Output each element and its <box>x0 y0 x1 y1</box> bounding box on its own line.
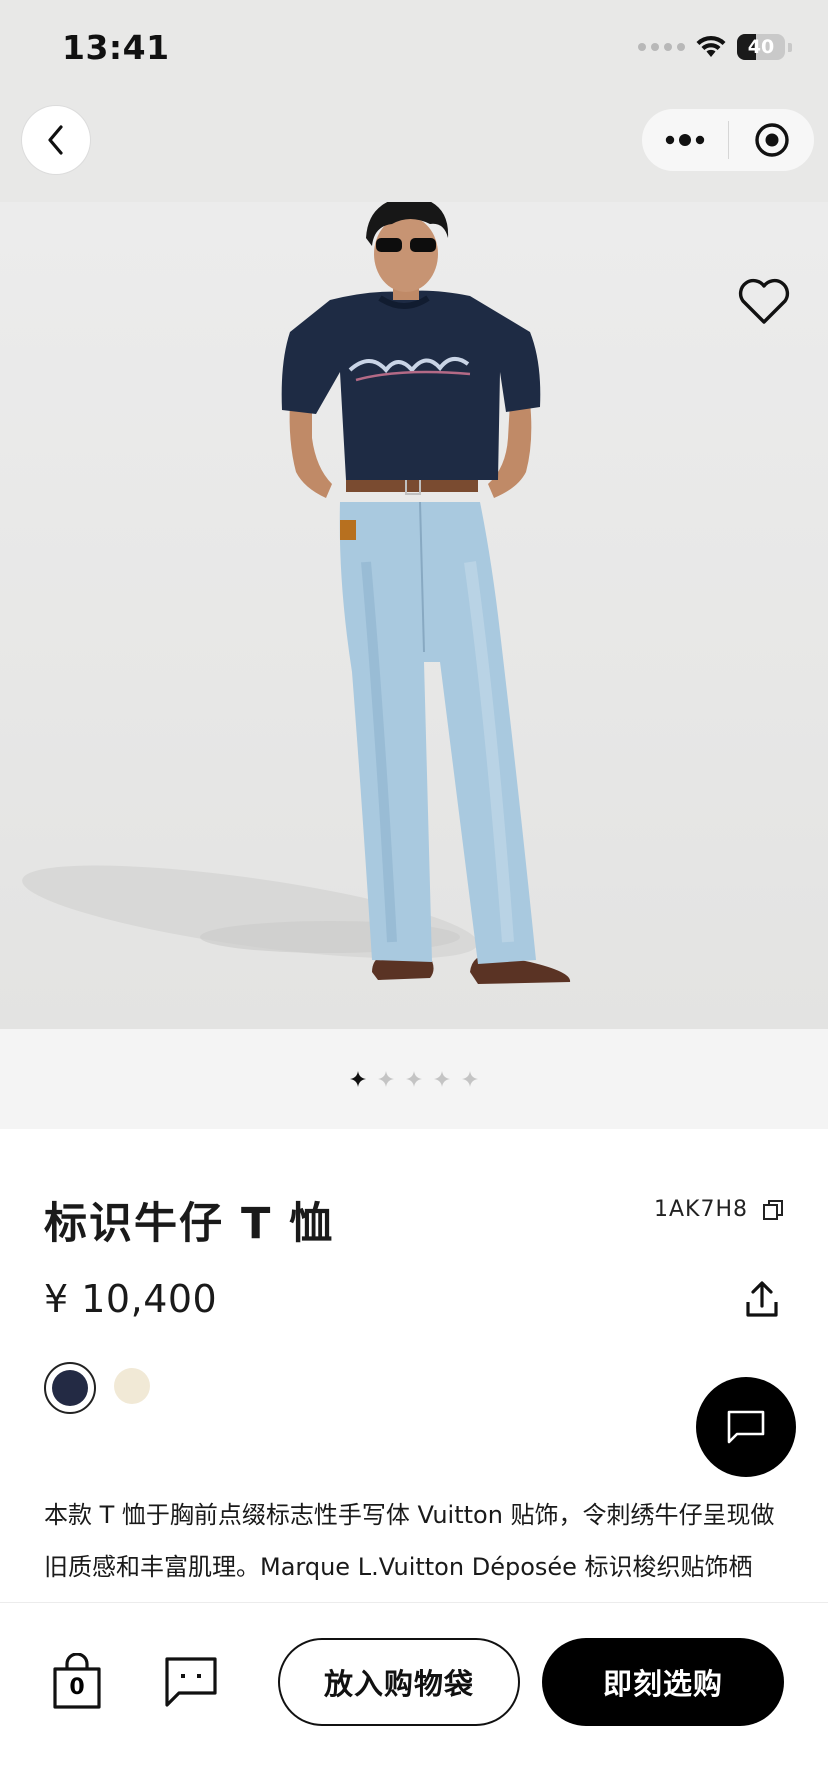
pager-dot-1[interactable] <box>349 1070 367 1088</box>
color-swatch-navy[interactable] <box>44 1362 96 1414</box>
buy-now-button[interactable]: 即刻选购 <box>542 1638 784 1726</box>
pager-dot-3[interactable] <box>405 1070 423 1088</box>
chat-button[interactable] <box>696 1377 796 1477</box>
chat-bubble-icon <box>727 1410 765 1444</box>
bag-count: 0 <box>69 1675 85 1700</box>
heart-icon <box>738 278 790 324</box>
wishlist-button[interactable] <box>736 274 792 330</box>
product-photo <box>22 202 571 984</box>
close-mini-program-button[interactable] <box>729 109 814 171</box>
more-button[interactable] <box>642 109 728 171</box>
carousel-pager <box>0 1029 828 1129</box>
battery-cap <box>788 42 792 52</box>
product-image-carousel[interactable] <box>0 202 828 1029</box>
color-swatch-cream[interactable] <box>114 1368 150 1404</box>
nav-bar <box>0 100 828 202</box>
product-title: 标识牛仔 T 恤 <box>44 1199 335 1249</box>
battery-icon: 40 <box>737 34 785 60</box>
status-indicators: 40 <box>638 34 792 60</box>
share-icon <box>746 1281 778 1317</box>
more-dots-icon <box>665 134 705 146</box>
pager-dot-5[interactable] <box>461 1070 479 1088</box>
share-button[interactable] <box>742 1277 782 1321</box>
bottom-action-bar: 0 放入购物袋 即刻选购 <box>0 1602 828 1792</box>
status-time: 13:41 <box>62 28 170 67</box>
pager-dot-2[interactable] <box>377 1070 395 1088</box>
product-price: ¥ 10,400 <box>44 1277 218 1321</box>
sku-copy-button[interactable]: 1AK7H8 <box>654 1197 784 1222</box>
target-icon <box>754 123 789 157</box>
wifi-icon <box>696 35 726 57</box>
product-sku: 1AK7H8 <box>653 1197 748 1222</box>
chevron-left-icon <box>48 125 63 155</box>
product-description: 本款 T 恤于胸前点缀标志性手写体 Vuitton 贴饰，令刺绣牛仔呈现做旧质感… <box>44 1501 775 1581</box>
signal-icon <box>638 43 685 51</box>
mini-program-capsule <box>642 109 814 171</box>
swatch-navy-fill <box>52 1370 88 1406</box>
shopping-bag-button[interactable]: 0 <box>50 1653 104 1711</box>
status-bar: 13:41 40 <box>0 0 828 100</box>
message-icon <box>165 1657 217 1707</box>
copy-icon <box>763 1199 783 1220</box>
battery-level: 40 <box>747 36 775 58</box>
back-button[interactable] <box>22 106 90 174</box>
add-to-bag-button[interactable]: 放入购物袋 <box>278 1638 520 1726</box>
pager-dot-4[interactable] <box>433 1070 451 1088</box>
message-button[interactable] <box>163 1655 219 1709</box>
